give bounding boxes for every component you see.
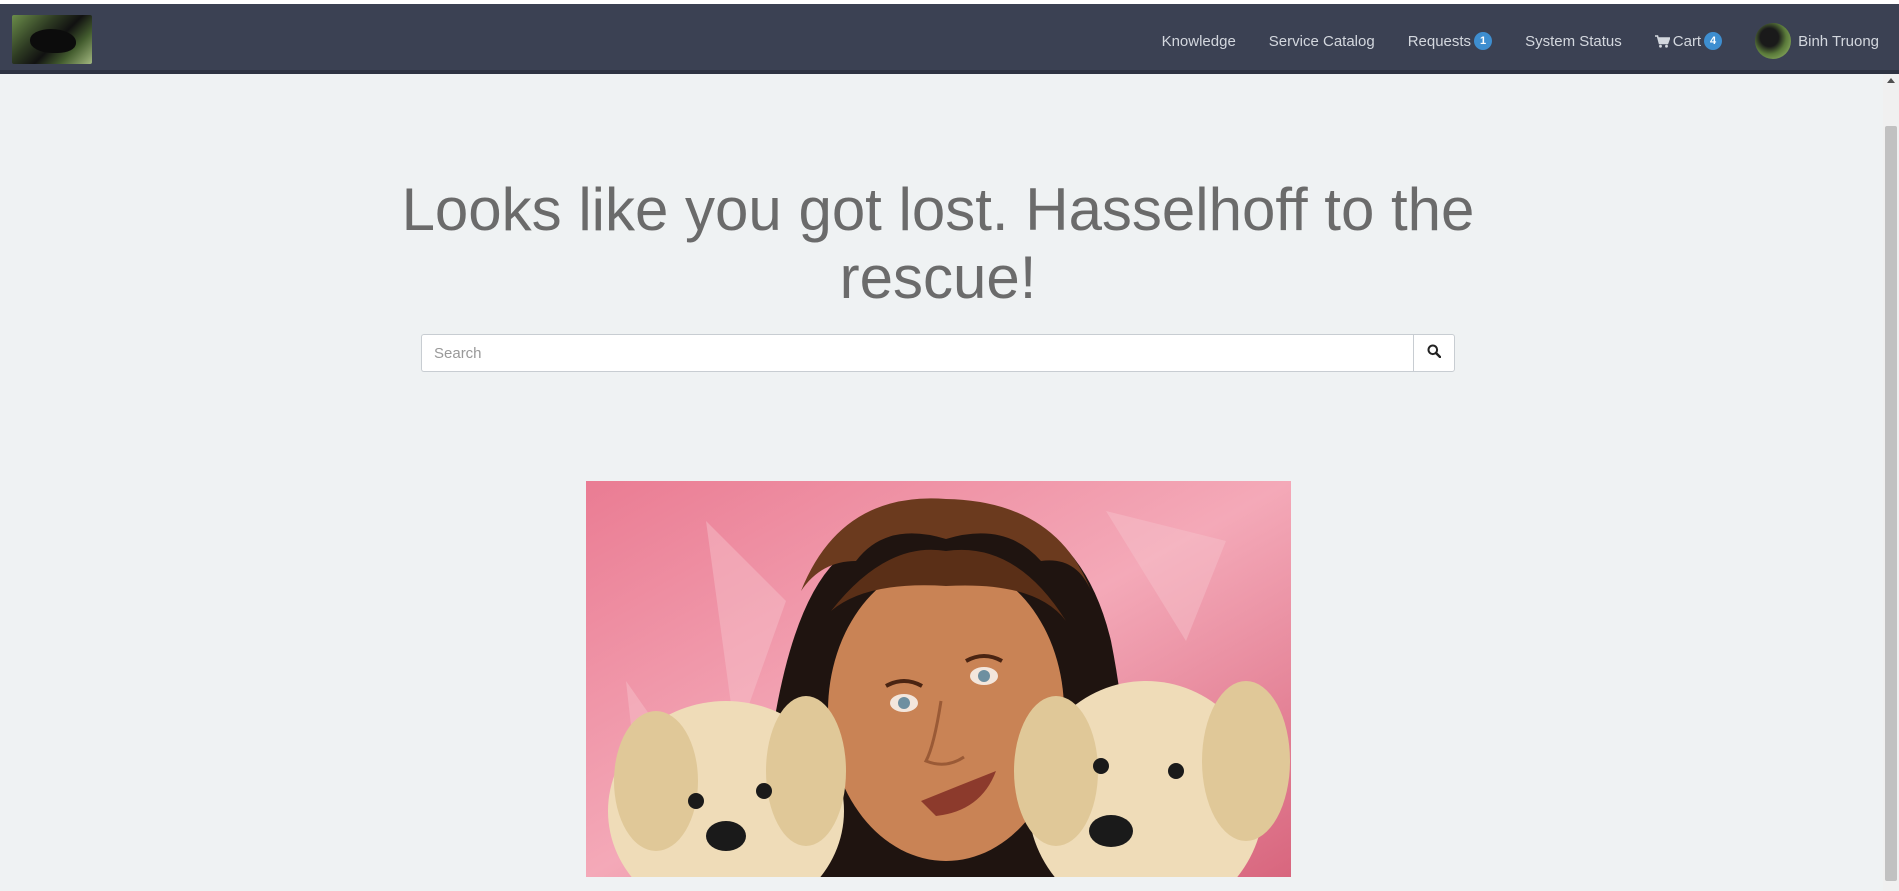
search-bar (421, 334, 1455, 372)
scroll-up-arrow-icon[interactable] (1887, 78, 1895, 83)
user-menu[interactable]: Binh Truong (1755, 23, 1879, 59)
panda-logo-icon[interactable] (12, 15, 92, 64)
shopping-cart-icon (1654, 34, 1670, 48)
vertical-scrollbar[interactable] (1883, 74, 1899, 891)
search-icon (1427, 344, 1442, 363)
top-navbar: Knowledge Service Catalog Requests 1 Sys… (0, 4, 1899, 70)
logo-silhouette (30, 29, 76, 53)
nav-knowledge-label: Knowledge (1161, 32, 1236, 50)
nav-requests-link[interactable]: Requests 1 (1407, 32, 1493, 50)
nav-cart-link[interactable]: Cart 4 (1654, 32, 1723, 50)
man-with-puppies-photo (586, 481, 1291, 877)
nav-service-catalog-label: Service Catalog (1268, 32, 1375, 50)
nav-cart-label: Cart (1672, 32, 1702, 50)
nav-service-catalog-link[interactable]: Service Catalog (1269, 33, 1375, 50)
navbar-bottom-border (0, 70, 1899, 74)
search-button[interactable] (1413, 334, 1455, 372)
user-name: Binh Truong (1798, 32, 1879, 50)
photo-illustration (586, 481, 1291, 877)
search-input[interactable] (421, 334, 1413, 372)
user-avatar (1755, 23, 1792, 59)
nav-requests-label: Requests (1407, 32, 1472, 50)
nav-menu: Knowledge Service Catalog Requests 1 Sys… (1129, 8, 1879, 74)
page-title: Looks like you got lost. Hasselhoff to t… (401, 176, 1475, 311)
cart-count-badge: 4 (1704, 32, 1723, 50)
nav-system-status-link[interactable]: System Status (1525, 33, 1622, 50)
nav-system-status-label: System Status (1525, 32, 1622, 50)
nav-knowledge-link[interactable]: Knowledge (1162, 33, 1236, 50)
scrollbar-thumb[interactable] (1885, 126, 1897, 881)
requests-count-badge: 1 (1474, 32, 1493, 50)
